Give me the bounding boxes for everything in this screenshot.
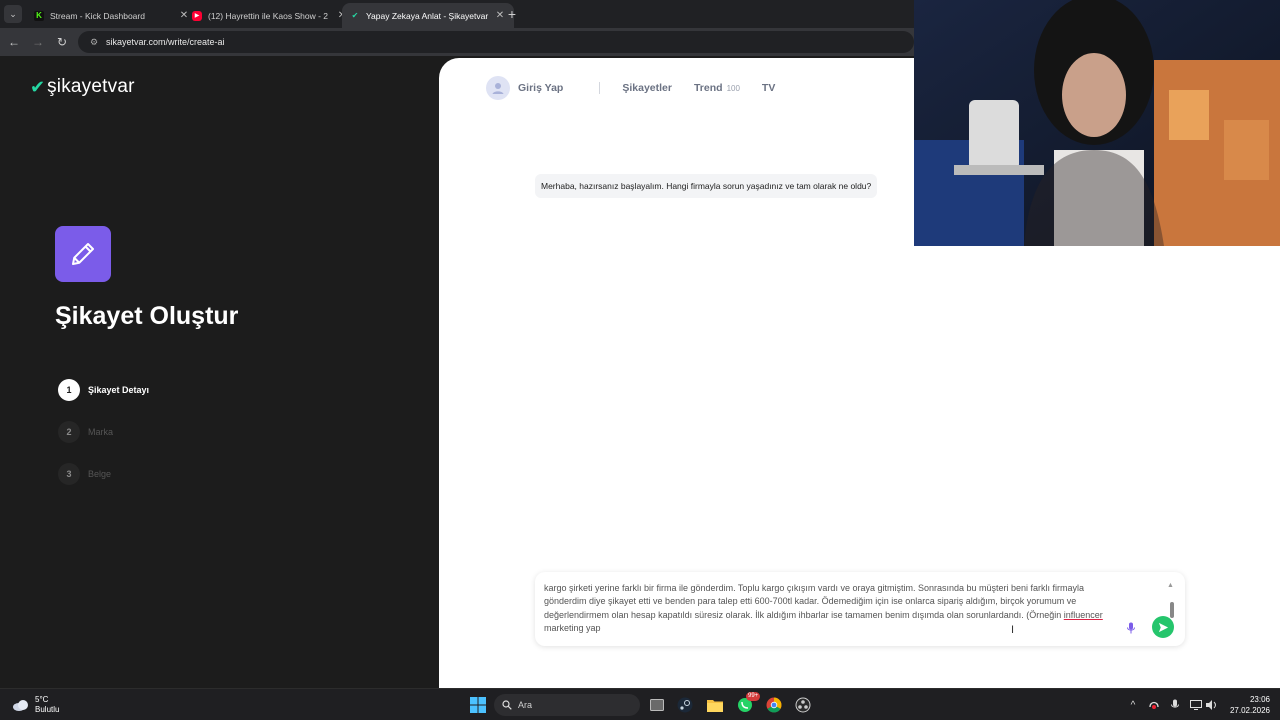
whatsapp-icon[interactable]: 99+ (736, 692, 761, 714)
address-bar[interactable]: ⚙ sikayetvar.com/write/create-ai (78, 31, 914, 53)
back-arrow-icon[interactable]: ← (6, 34, 22, 50)
microphone-tray-icon[interactable] (1168, 698, 1182, 712)
scrollbar-thumb[interactable] (1170, 602, 1174, 618)
message-composer[interactable]: kargo şirketi yerine farklı bir firma il… (535, 572, 1185, 646)
weather-temperature: 5°C (35, 695, 49, 704)
left-panel: ✔ şikayetvar Şikayet Oluştur 1 Şikayet D… (0, 56, 439, 688)
tab-youtube[interactable]: ▶ (12) Hayrettin ile Kaos Show - 2 ✕ (184, 3, 356, 28)
microphone-icon[interactable] (1123, 620, 1139, 636)
login-link[interactable]: Giriş Yap (518, 82, 563, 94)
site-info-icon[interactable]: ⚙ (88, 36, 100, 48)
system-clock[interactable]: 23:06 27.02.2026 (1226, 694, 1270, 716)
taskbar-search[interactable]: Ara (494, 694, 640, 716)
nav-complaints[interactable]: Şikayetler (622, 82, 672, 94)
tab-kick-dashboard[interactable]: K Stream - Kick Dashboard ✕ (26, 3, 198, 28)
message-input[interactable]: kargo şirketi yerine farklı bir firma il… (544, 582, 1110, 636)
clock-date: 27.02.2026 (1229, 706, 1270, 715)
nav-trend[interactable]: Trend 100 (694, 82, 740, 94)
display-network-icon[interactable] (1189, 698, 1203, 712)
sikayetvar-icon: ✔ (351, 11, 359, 20)
send-icon (1158, 622, 1168, 632)
text-cursor-icon: I (1011, 624, 1015, 636)
url-text[interactable]: sikayetvar.com/write/create-ai (106, 37, 225, 47)
kick-icon: K (34, 10, 44, 21)
clock-time: 23:06 (1249, 695, 1270, 704)
forward-arrow-icon[interactable]: → (30, 34, 46, 50)
headset-icon[interactable] (1147, 698, 1161, 712)
cloud-icon (13, 700, 28, 711)
steam-icon[interactable] (676, 696, 694, 714)
top-navigation: Giriş Yap Şikayetler Trend 100 TV (486, 76, 797, 100)
scroll-up-arrow-icon[interactable]: ▲ (1167, 582, 1174, 589)
nav-divider (599, 82, 601, 94)
tab-search-icon[interactable]: ⌄ (4, 5, 22, 23)
assistant-message: Merhaba, hazırsanız başlayalım. Hangi fi… (535, 174, 878, 198)
windows-taskbar: 5°C Bulutlu Ara 99+ ^ 23:06 27.02.2026 (0, 688, 1280, 720)
user-avatar-icon[interactable] (486, 76, 510, 100)
spellcheck-underlined-word: influencer (1063, 609, 1103, 620)
tab-sikayetvar[interactable]: ✔ Yapay Zekaya Anlat - Şikayetvar ✕ (342, 3, 514, 28)
speaker-icon[interactable] (1205, 698, 1219, 712)
task-view-icon[interactable] (648, 696, 666, 714)
streamer-camera-image (914, 0, 1280, 246)
send-button[interactable] (1152, 616, 1174, 638)
check-logo-icon: ✔ (30, 76, 46, 97)
search-icon (502, 700, 512, 710)
tray-expand-chevron-icon[interactable]: ^ (1126, 698, 1140, 712)
step-brand: 2 Marka (58, 421, 113, 443)
step-complaint-detail: 1 Şikayet Detayı (58, 379, 149, 401)
reload-icon[interactable]: ↻ (54, 34, 70, 50)
webcam-overlay (914, 0, 1280, 246)
pencil-icon (55, 226, 111, 282)
sikayetvar-logo[interactable]: ✔ şikayetvar (30, 76, 135, 98)
step-document: 3 Belge (58, 463, 111, 485)
nav-tv[interactable]: TV (762, 82, 775, 94)
page-title: Şikayet Oluştur (55, 302, 239, 330)
obs-icon[interactable] (794, 696, 812, 714)
chrome-icon[interactable] (765, 696, 783, 714)
windows-start-icon[interactable] (469, 696, 487, 714)
youtube-icon: ▶ (192, 10, 202, 21)
weather-widget[interactable]: 5°C Bulutlu (12, 695, 59, 715)
new-tab-plus-icon[interactable]: + (505, 6, 519, 22)
trend-count: 100 (726, 84, 740, 93)
weather-description: Bulutlu (35, 705, 60, 714)
whatsapp-badge: 99+ (746, 692, 761, 701)
file-explorer-icon[interactable] (706, 696, 724, 714)
